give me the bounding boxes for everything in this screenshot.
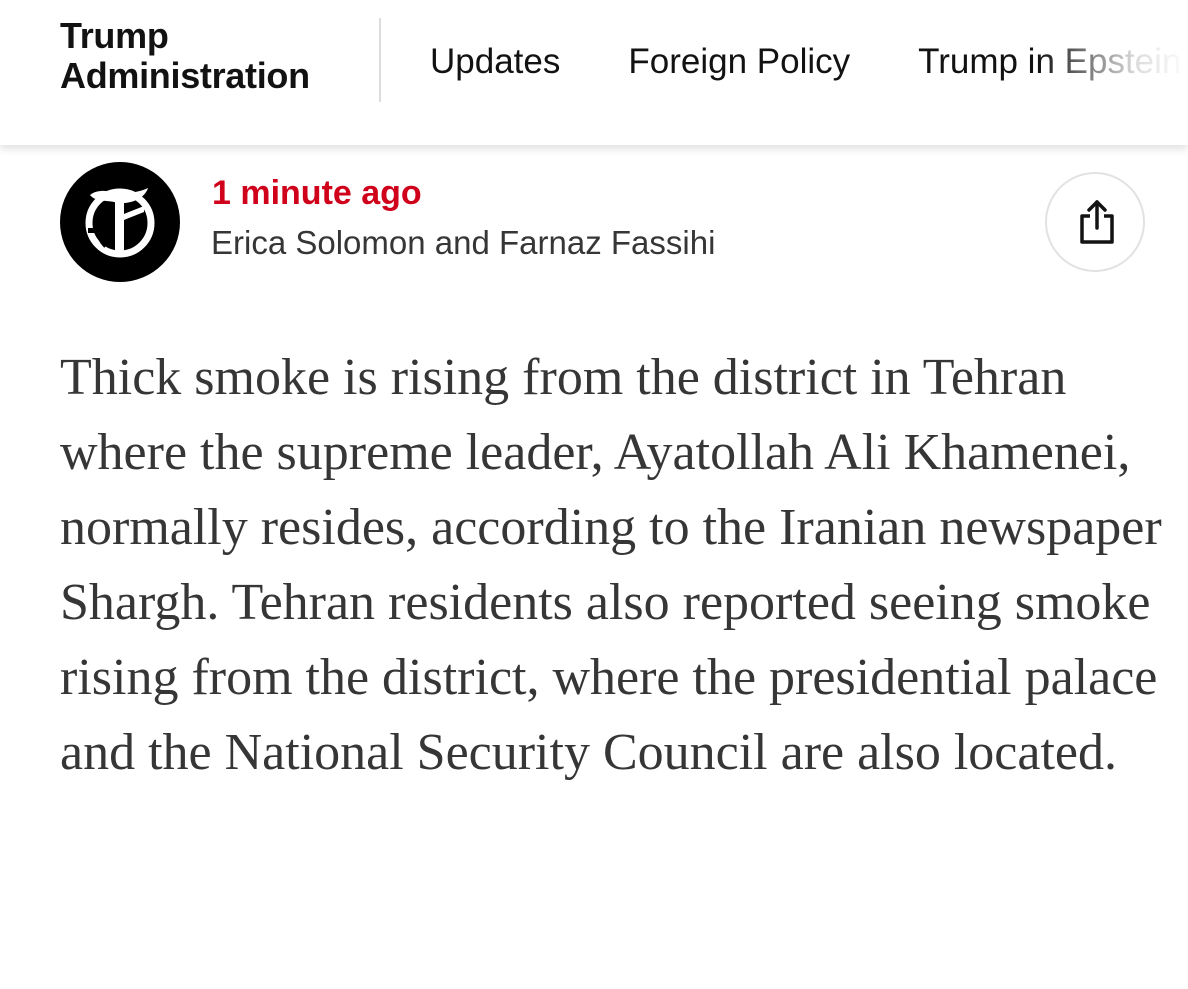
- author-names[interactable]: Erica Solomon and Farnaz Fassihi: [211, 223, 715, 263]
- nyt-t-logo-icon: [60, 162, 180, 282]
- nav-link-trump-in-epstein[interactable]: Trump in Epstein: [918, 40, 1181, 84]
- section-title-line-2: Administration: [60, 55, 310, 96]
- section-title[interactable]: Trump Administration: [60, 16, 310, 96]
- nav-link-foreign-policy[interactable]: Foreign Policy: [628, 40, 850, 84]
- article-paragraph: Thick smoke is rising from the district …: [60, 349, 1162, 781]
- share-button[interactable]: [1045, 172, 1145, 272]
- nav-link-updates[interactable]: Updates: [430, 40, 560, 84]
- share-icon: [1080, 200, 1114, 244]
- section-header: Trump Administration Updates Foreign Pol…: [0, 0, 1188, 145]
- section-nav: Updates Foreign Policy Trump in Epstein: [430, 40, 1181, 84]
- section-title-line-1: Trump: [60, 15, 169, 56]
- timestamp: 1 minute ago: [212, 174, 422, 212]
- nav-divider: [379, 18, 381, 102]
- byline: 1 minute ago Erica Solomon and Farnaz Fa…: [0, 145, 1188, 305]
